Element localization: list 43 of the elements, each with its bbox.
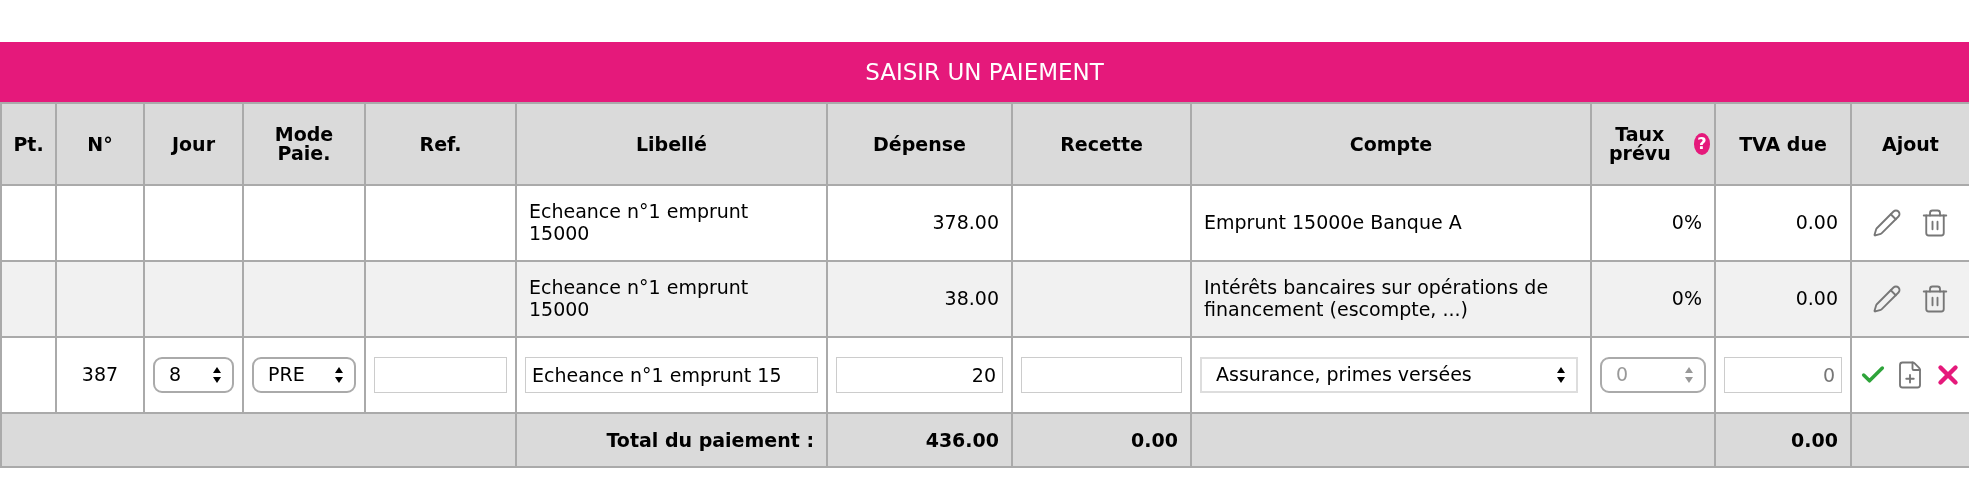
table-cell: Emprunt 15000e Banque A (1204, 211, 1462, 234)
day-select[interactable]: 8 (153, 357, 234, 393)
table-cell: 378.00 (932, 211, 999, 234)
account-select[interactable]: Assurance, primes versées (1200, 357, 1578, 393)
column-header: Ref. (365, 103, 516, 185)
column-header: TVA due (1715, 103, 1851, 185)
table-cell: 387 (81, 363, 119, 386)
table-cell: 0.00 (1795, 287, 1838, 310)
table-cell-text: Echeance n°1 emprunt 15000 (529, 277, 750, 321)
edit-icon[interactable] (1871, 208, 1902, 238)
help-icon[interactable]: ? (1693, 133, 1710, 155)
updown-arrows-icon (334, 366, 344, 384)
column-header: Recette (1012, 103, 1191, 185)
column-header: Mode Paie. (243, 103, 365, 185)
table-cell: 0% (1671, 287, 1702, 310)
form-title: SAISIR UN PAIEMENT (0, 42, 1969, 102)
table-cell-text: Echeance n°1 emprunt 15000 (529, 201, 750, 245)
total-expense: 436.00 (925, 429, 999, 451)
income-input[interactable] (1021, 357, 1182, 393)
column-header: Dépense (827, 103, 1012, 185)
column-header: Compte (1191, 103, 1591, 185)
vat-input[interactable]: 0 (1724, 357, 1842, 393)
column-header: Libellé (516, 103, 827, 185)
column-header: N° (56, 103, 144, 185)
total-income: 0.00 (1131, 429, 1178, 451)
total-vat: 0.00 (1791, 429, 1838, 451)
payment-mode-select[interactable]: PRE (252, 357, 356, 393)
updown-arrows-icon (212, 366, 222, 384)
updown-arrows-icon (1556, 366, 1566, 384)
ref-input[interactable] (374, 357, 507, 393)
edit-icon[interactable] (1871, 284, 1902, 314)
label-input[interactable]: Echeance n°1 emprunt 15 (525, 357, 818, 393)
column-label: Taux prévu (1607, 125, 1672, 163)
total-label: Total du paiement : (606, 429, 814, 451)
table-cell: 0% (1671, 211, 1702, 234)
table-cell: 0.00 (1795, 211, 1838, 234)
expense-input[interactable]: 20 (836, 357, 1003, 393)
table-cell: 38.00 (944, 287, 999, 310)
column-header: Pt. (1, 103, 56, 185)
column-header: Jour (144, 103, 243, 185)
updown-arrows-icon (1684, 366, 1694, 384)
table-cell: Intérêts bancaires sur opérations de financement (escompte, ...) (1204, 276, 1549, 320)
column-header: Ajout (1851, 103, 1969, 185)
